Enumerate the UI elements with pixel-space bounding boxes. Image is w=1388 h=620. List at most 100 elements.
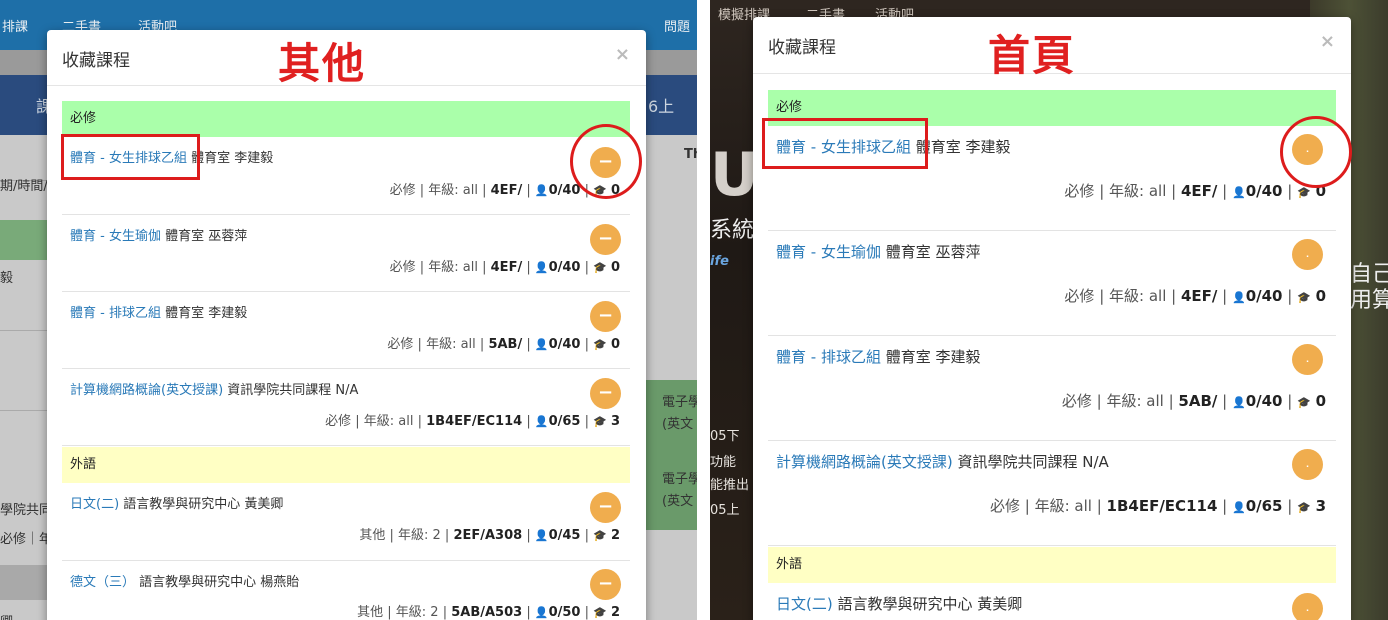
course-link[interactable]: 體育 - 排球乙組 xyxy=(70,306,161,321)
course-link[interactable]: 體育 - 女生瑜伽 xyxy=(776,243,881,261)
graduation-cap-icon: 🎓 xyxy=(593,529,607,542)
course-title: 體育 - 排球乙組 體育室 李建毅 xyxy=(776,346,981,367)
course-meta: 必修 | 年級: all | 4EF/ | 👤0/40 | 🎓 0 xyxy=(389,260,620,275)
favorites-modal: 收藏課程 × 必修 體育 - 女生排球乙組 體育室 李建毅 · 必修 | 年級:… xyxy=(753,17,1351,620)
left-screenshot: 排課 二手書 活動吧 問題 課 6上 Th 期/時間/ 毅 電子學 (英文 電子… xyxy=(0,0,697,620)
course-item: 日文(二) 語言教學與研究中心 黃美卿 − 其他 | 年級: 2 | 2EF/A… xyxy=(62,483,630,561)
course-item: 體育 - 排球乙組 體育室 李建毅 · 必修 | 年級: all | 5AB/ … xyxy=(768,336,1336,441)
course-item: 體育 - 女生瑜伽 體育室 巫蓉萍 − 必修 | 年級: all | 4EF/ … xyxy=(62,215,630,292)
bg-text: 電子學 xyxy=(662,395,697,410)
course-title: 日文(二) 語言教學與研究中心 黃美卿 xyxy=(776,593,1022,614)
course-item: 計算機網路概論(英文授課) 資訊學院共同課程 N/A · 必修 | 年級: al… xyxy=(768,441,1336,546)
dot-icon: · xyxy=(1305,606,1310,615)
user-icon: 👤 xyxy=(534,338,549,351)
remove-favorite-button[interactable]: − xyxy=(590,378,621,409)
course-title: 計算機網路概論(英文授課) 資訊學院共同課程 N/A xyxy=(70,379,358,398)
course-item: 德文（三） 語言教學與研究中心 楊燕貽 − 其他 | 年級: 2 | 5AB/A… xyxy=(62,561,630,620)
favorite-button[interactable]: · xyxy=(1292,593,1323,620)
bg-text: 卿 xyxy=(0,611,13,620)
course-link[interactable]: 日文(二) xyxy=(70,497,119,512)
course-link[interactable]: 計算機網路概論(英文授課) xyxy=(776,453,953,471)
course-link[interactable]: 體育 - 排球乙組 xyxy=(776,348,881,366)
user-icon: 👤 xyxy=(1231,396,1246,409)
graduation-cap-icon: 🎓 xyxy=(1297,396,1311,409)
graduation-cap-icon: 🎓 xyxy=(1297,291,1311,304)
user-icon: 👤 xyxy=(534,529,549,542)
course-title: 體育 - 女生瑜伽 體育室 巫蓉萍 xyxy=(776,241,981,262)
annotation-box xyxy=(762,118,928,169)
bg-text: 05上 xyxy=(710,503,740,518)
course-dept-teacher: 體育室 巫蓉萍 xyxy=(880,243,981,261)
course-item: 體育 - 女生瑜伽 體育室 巫蓉萍 · 必修 | 年級: all | 4EF/ … xyxy=(768,231,1336,336)
modal-title: 收藏課程 xyxy=(62,51,130,71)
user-icon: 👤 xyxy=(1231,501,1246,514)
dot-icon: · xyxy=(1305,462,1310,471)
course-meta: 其他 | 年級: 2 | 2EF/A308 | 👤0/45 | 🎓 2 xyxy=(359,528,620,543)
bg-text: 能推出 xyxy=(710,478,750,493)
dot-icon: · xyxy=(1305,357,1310,366)
course-meta: 必修 | 年級: all | 4EF/ | 👤0/40 | 🎓 0 xyxy=(1064,182,1326,200)
remove-favorite-button[interactable]: − xyxy=(590,301,621,332)
minus-icon: − xyxy=(597,382,614,403)
course-link[interactable]: 日文(二) xyxy=(776,595,833,613)
minus-icon: − xyxy=(597,573,614,594)
bg-text: 毅 xyxy=(0,271,14,286)
nav-item-faq[interactable]: 問題 xyxy=(664,16,690,35)
annotation-circle xyxy=(1280,116,1352,188)
course-dept-teacher: 體育室 李建毅 xyxy=(880,348,981,366)
graduation-cap-icon: 🎓 xyxy=(593,261,607,274)
graduation-cap-icon: 🎓 xyxy=(1297,501,1311,514)
bg-text: 05下 xyxy=(710,429,740,444)
bg-text: (英文 xyxy=(662,417,694,432)
section-header-required: 必修 xyxy=(62,101,630,137)
bg-text: 功能 xyxy=(710,455,737,470)
course-title: 體育 - 女生瑜伽 體育室 巫蓉萍 xyxy=(70,225,247,244)
course-title: 體育 - 排球乙組 體育室 李建毅 xyxy=(70,302,247,321)
bg-text: 電子學 xyxy=(662,472,697,487)
course-meta: 必修 | 年級: all | 1B4EF/EC114 | 👤0/65 | 🎓 3 xyxy=(989,497,1326,515)
bg-text: 學院共同 xyxy=(0,503,53,518)
bg-text: 必修｜年 xyxy=(0,532,53,547)
section-header-foreign-language: 外語 xyxy=(62,447,630,483)
minus-icon: − xyxy=(597,305,614,326)
course-dept-teacher: 語言教學與研究中心 黃美卿 xyxy=(832,595,1023,613)
bg-text: 6上 xyxy=(648,97,675,116)
course-link[interactable]: 計算機網路概論(英文授課) xyxy=(70,383,223,398)
course-dept-teacher: 體育室 李建毅 xyxy=(160,306,248,321)
user-icon: 👤 xyxy=(1231,186,1246,199)
course-meta: 必修 | 年級: all | 5AB/ | 👤0/40 | 🎓 0 xyxy=(1061,392,1326,410)
remove-favorite-button[interactable]: − xyxy=(590,569,621,600)
favorite-button[interactable]: · xyxy=(1292,239,1323,270)
bg-text: (英文 xyxy=(662,494,694,509)
remove-favorite-button[interactable]: − xyxy=(590,492,621,523)
close-icon[interactable]: × xyxy=(1320,31,1335,52)
course-item: 日文(二) 語言教學與研究中心 黃美卿 · xyxy=(768,583,1336,620)
course-item: 體育 - 排球乙組 體育室 李建毅 − 必修 | 年級: all | 5AB/ … xyxy=(62,292,630,369)
graduation-cap-icon: 🎓 xyxy=(593,338,607,351)
section-header-foreign-language: 外語 xyxy=(768,547,1336,583)
remove-favorite-button[interactable]: − xyxy=(590,224,621,255)
bg-text: 期/時間/ xyxy=(0,179,48,194)
bg-text: ife xyxy=(710,254,729,269)
bg-text: Th xyxy=(684,147,697,162)
course-meta: 其他 | 年級: 2 | 5AB/A503 | 👤0/50 | 🎓 2 xyxy=(357,605,620,620)
user-icon: 👤 xyxy=(534,606,549,619)
minus-icon: − xyxy=(597,496,614,517)
course-dept-teacher: 語言教學與研究中心 楊燕貽 xyxy=(135,575,300,590)
course-link[interactable]: 體育 - 女生瑜伽 xyxy=(70,229,161,244)
close-icon[interactable]: × xyxy=(615,44,630,65)
graduation-cap-icon: 🎓 xyxy=(1297,186,1311,199)
annotation-label: 首頁 xyxy=(988,31,1077,80)
nav-item-schedule[interactable]: 排課 xyxy=(2,16,28,35)
course-dept-teacher: 體育室 巫蓉萍 xyxy=(160,229,248,244)
annotation-label: 其他 xyxy=(278,39,367,88)
user-icon: 👤 xyxy=(1231,291,1246,304)
favorite-button[interactable]: · xyxy=(1292,344,1323,375)
course-meta: 必修 | 年級: all | 5AB/ | 👤0/40 | 🎓 0 xyxy=(387,337,620,352)
user-icon: 👤 xyxy=(534,184,549,197)
course-link[interactable]: 德文（三） xyxy=(70,575,135,590)
graduation-cap-icon: 🎓 xyxy=(593,606,607,619)
favorite-button[interactable]: · xyxy=(1292,449,1323,480)
modal-title: 收藏課程 xyxy=(768,38,836,58)
course-dept-teacher: 資訊學院共同課程 N/A xyxy=(952,453,1109,471)
